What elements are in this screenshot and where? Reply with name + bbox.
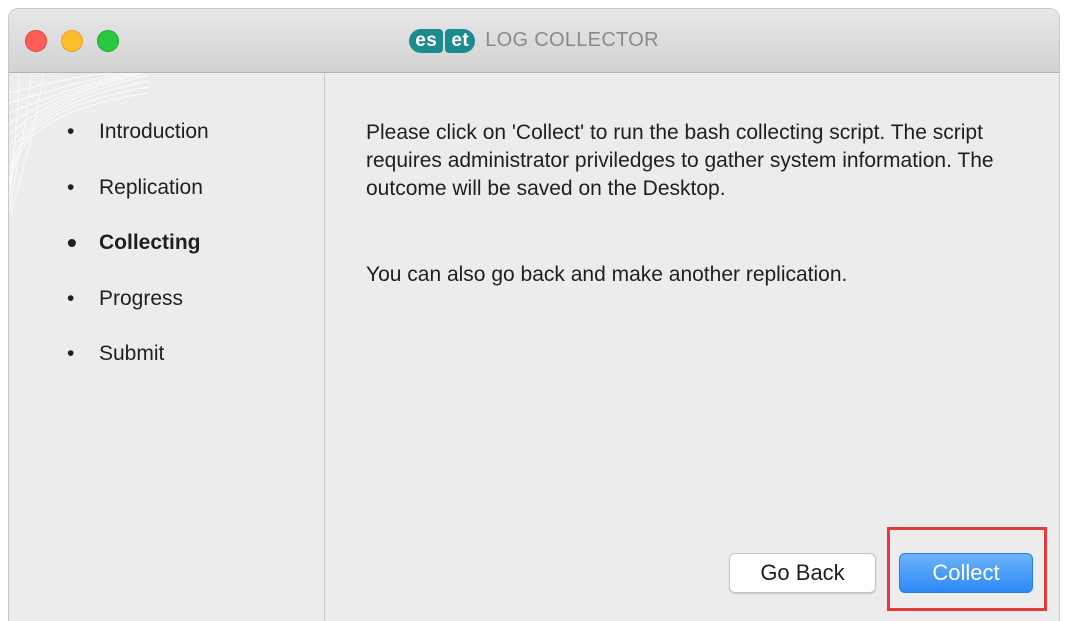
- window-title-group: es et LOG COLLECTOR: [9, 9, 1059, 72]
- instruction-text: Please click on 'Collect' to run the bas…: [366, 121, 994, 200]
- step-introduction: • Introduction: [67, 117, 209, 173]
- log-collector-window: es et LOG COLLECTOR • Introduction • Rep…: [8, 8, 1060, 621]
- step-label: Replication: [99, 175, 203, 199]
- step-collecting: • Collecting: [67, 228, 209, 284]
- eset-logo: es et: [409, 28, 476, 53]
- step-label: Collecting: [99, 231, 201, 254]
- secondary-instruction-text: You can also go back and make another re…: [366, 263, 848, 286]
- step-replication: • Replication: [67, 173, 209, 229]
- step-label: Submit: [99, 342, 165, 365]
- bullet-icon: •: [67, 286, 75, 310]
- window-title: LOG COLLECTOR: [485, 29, 659, 51]
- collect-button[interactable]: Collect: [899, 553, 1033, 593]
- wizard-sidebar: • Introduction • Replication • Collectin…: [9, 73, 325, 621]
- step-label: Progress: [99, 286, 184, 310]
- step-submit: • Submit: [67, 339, 209, 395]
- title-bar: es et LOG COLLECTOR: [9, 9, 1059, 73]
- bullet-icon: •: [67, 120, 75, 143]
- wizard-content: Please click on 'Collect' to run the bas…: [325, 73, 1059, 621]
- step-label: Introduction: [99, 120, 209, 143]
- bullet-icon: •: [67, 175, 75, 199]
- wizard-steps-list: • Introduction • Replication • Collectin…: [67, 117, 209, 395]
- go-back-button[interactable]: Go Back: [729, 553, 876, 593]
- bullet-icon: •: [67, 342, 75, 365]
- bullet-icon: •: [67, 227, 77, 258]
- step-progress: • Progress: [67, 284, 209, 340]
